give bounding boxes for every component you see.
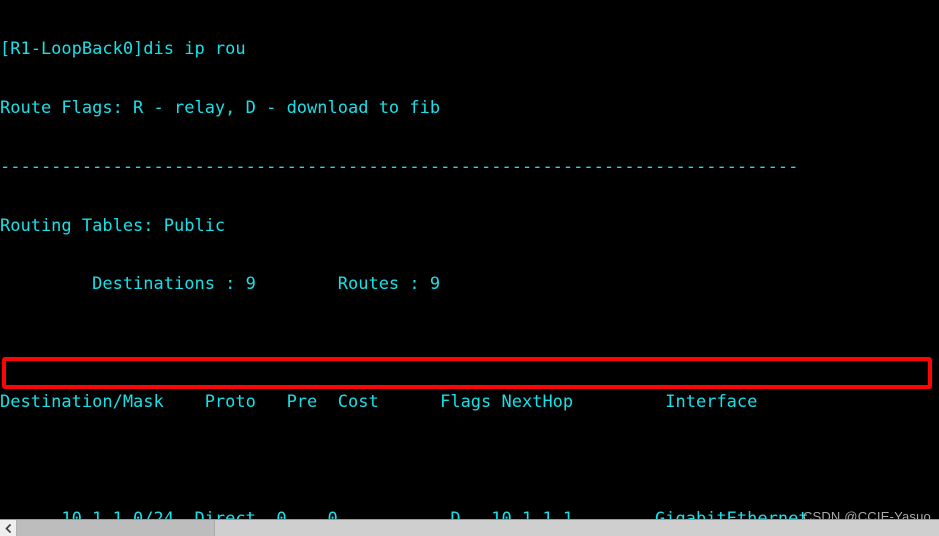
console-output: [R1-LoopBack0]dis ip rou Route Flags: R … [0, 0, 939, 536]
terminal-line-counts: Destinations : 9 Routes : 9 [0, 274, 441, 295]
terminal-line-route-flags: Route Flags: R - relay, D - download to … [0, 97, 441, 118]
terminal-line-command: [R1-LoopBack0]dis ip rou [0, 39, 246, 60]
chevron-left-icon [4, 523, 11, 533]
terminal-line-blank-1 [0, 334, 939, 354]
terminal-line-separator: ----------------------------------------… [0, 156, 799, 177]
scroll-left-button[interactable] [0, 520, 17, 536]
scrollbar-track[interactable] [17, 520, 939, 536]
terminal-line-column-headers: Destination/Mask Proto Pre Cost Flags Ne… [0, 391, 758, 412]
scrollbar-thumb[interactable] [17, 520, 215, 536]
terminal-line-blank-2 [0, 452, 939, 472]
terminal-line-routing-tables: Routing Tables: Public [0, 215, 226, 236]
horizontal-scrollbar[interactable] [0, 519, 939, 536]
terminal-window[interactable]: [R1-LoopBack0]dis ip rou Route Flags: R … [0, 0, 939, 536]
